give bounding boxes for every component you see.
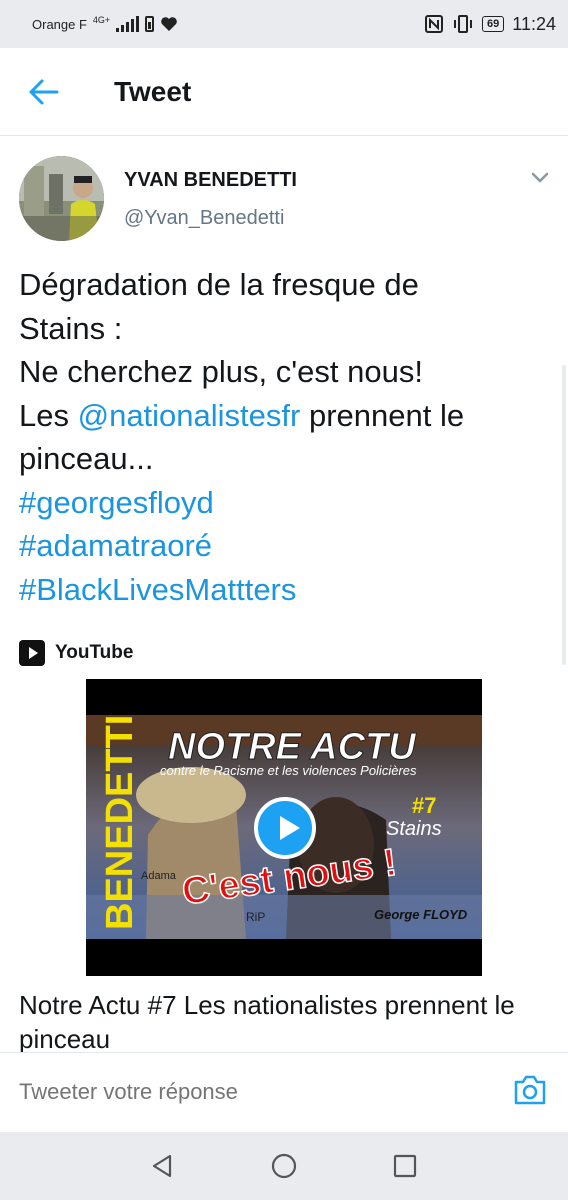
- play-button[interactable]: [254, 797, 316, 859]
- carrier-label: Orange F: [32, 16, 87, 32]
- tweet-line: Ne cherchez plus, c'est nous!: [19, 354, 423, 389]
- tweet-text-segment: prennent le: [300, 397, 465, 433]
- thumb-name-text: BENEDETTI: [99, 715, 141, 930]
- tweet-text-segment: Les: [19, 397, 78, 433]
- heart-icon: [161, 17, 177, 31]
- nav-recents-icon[interactable]: [391, 1152, 419, 1180]
- clock: 11:24: [512, 13, 556, 34]
- status-bar: Orange F 4G+ 69 11:24: [0, 0, 568, 48]
- thumb-title-text: NOTRE ACTU: [168, 726, 417, 768]
- thumb-place-text: Stains: [386, 818, 442, 840]
- tweet-line: Stains :: [19, 310, 123, 346]
- tweet-text: Dégradation de la fresque de Stains : Ne…: [19, 263, 549, 611]
- system-nav-bar: [0, 1132, 568, 1200]
- nav-home-icon[interactable]: [270, 1152, 298, 1180]
- signal-icon: [116, 16, 140, 32]
- video-player[interactable]: BENEDETTI NOTRE ACTU contre le Racisme e…: [86, 679, 482, 976]
- youtube-icon: [19, 640, 45, 666]
- reply-bar: [0, 1052, 568, 1132]
- mention-link[interactable]: @nationalistesfr: [78, 398, 301, 433]
- tweet-line: pinceau...: [19, 441, 154, 476]
- hashtag-link[interactable]: #georgesfloyd: [19, 481, 549, 525]
- reply-input[interactable]: [19, 1079, 479, 1105]
- app-header: Tweet: [0, 48, 568, 136]
- hashtag-link[interactable]: #BlackLivesMattters: [19, 568, 549, 612]
- thumb-subtitle-text: contre le Racisme et les violences Polic…: [160, 763, 417, 778]
- network-type: 4G+: [92, 14, 111, 25]
- nav-back-icon[interactable]: [148, 1152, 176, 1180]
- thumb-adama-text: Adama: [141, 870, 177, 882]
- vibrate-icon: [454, 15, 473, 33]
- avatar[interactable]: [19, 156, 104, 241]
- thumb-number-text: #7: [412, 793, 436, 818]
- nfc-icon: [425, 15, 444, 33]
- chevron-down-icon[interactable]: [530, 170, 550, 186]
- card-source[interactable]: YouTube: [19, 640, 133, 666]
- tweet-line: Les @nationalistesfr prennent le: [19, 394, 549, 438]
- thumb-rip-text: RiP: [246, 910, 265, 924]
- thumb-george-text: George FLOYD: [374, 907, 468, 922]
- card-title[interactable]: Notre Actu #7 Les nationalistes prennent…: [19, 988, 549, 1054]
- hashtag-link[interactable]: #adamatraoré: [19, 524, 549, 568]
- battery-level: 69: [482, 16, 505, 32]
- camera-icon[interactable]: [512, 1073, 548, 1107]
- tweet-line: Dégradation de la fresque de: [19, 267, 419, 302]
- battery-saver-icon: [145, 16, 155, 32]
- author-handle[interactable]: @Yvan_Benedetti: [124, 207, 284, 230]
- card-source-label: YouTube: [55, 642, 134, 663]
- scrollbar[interactable]: [562, 365, 566, 665]
- avatar-image: [19, 156, 104, 241]
- arrow-left-icon[interactable]: [28, 78, 60, 106]
- author-display-name[interactable]: YVAN BENEDETTI: [124, 169, 297, 192]
- page-title: Tweet: [114, 76, 192, 107]
